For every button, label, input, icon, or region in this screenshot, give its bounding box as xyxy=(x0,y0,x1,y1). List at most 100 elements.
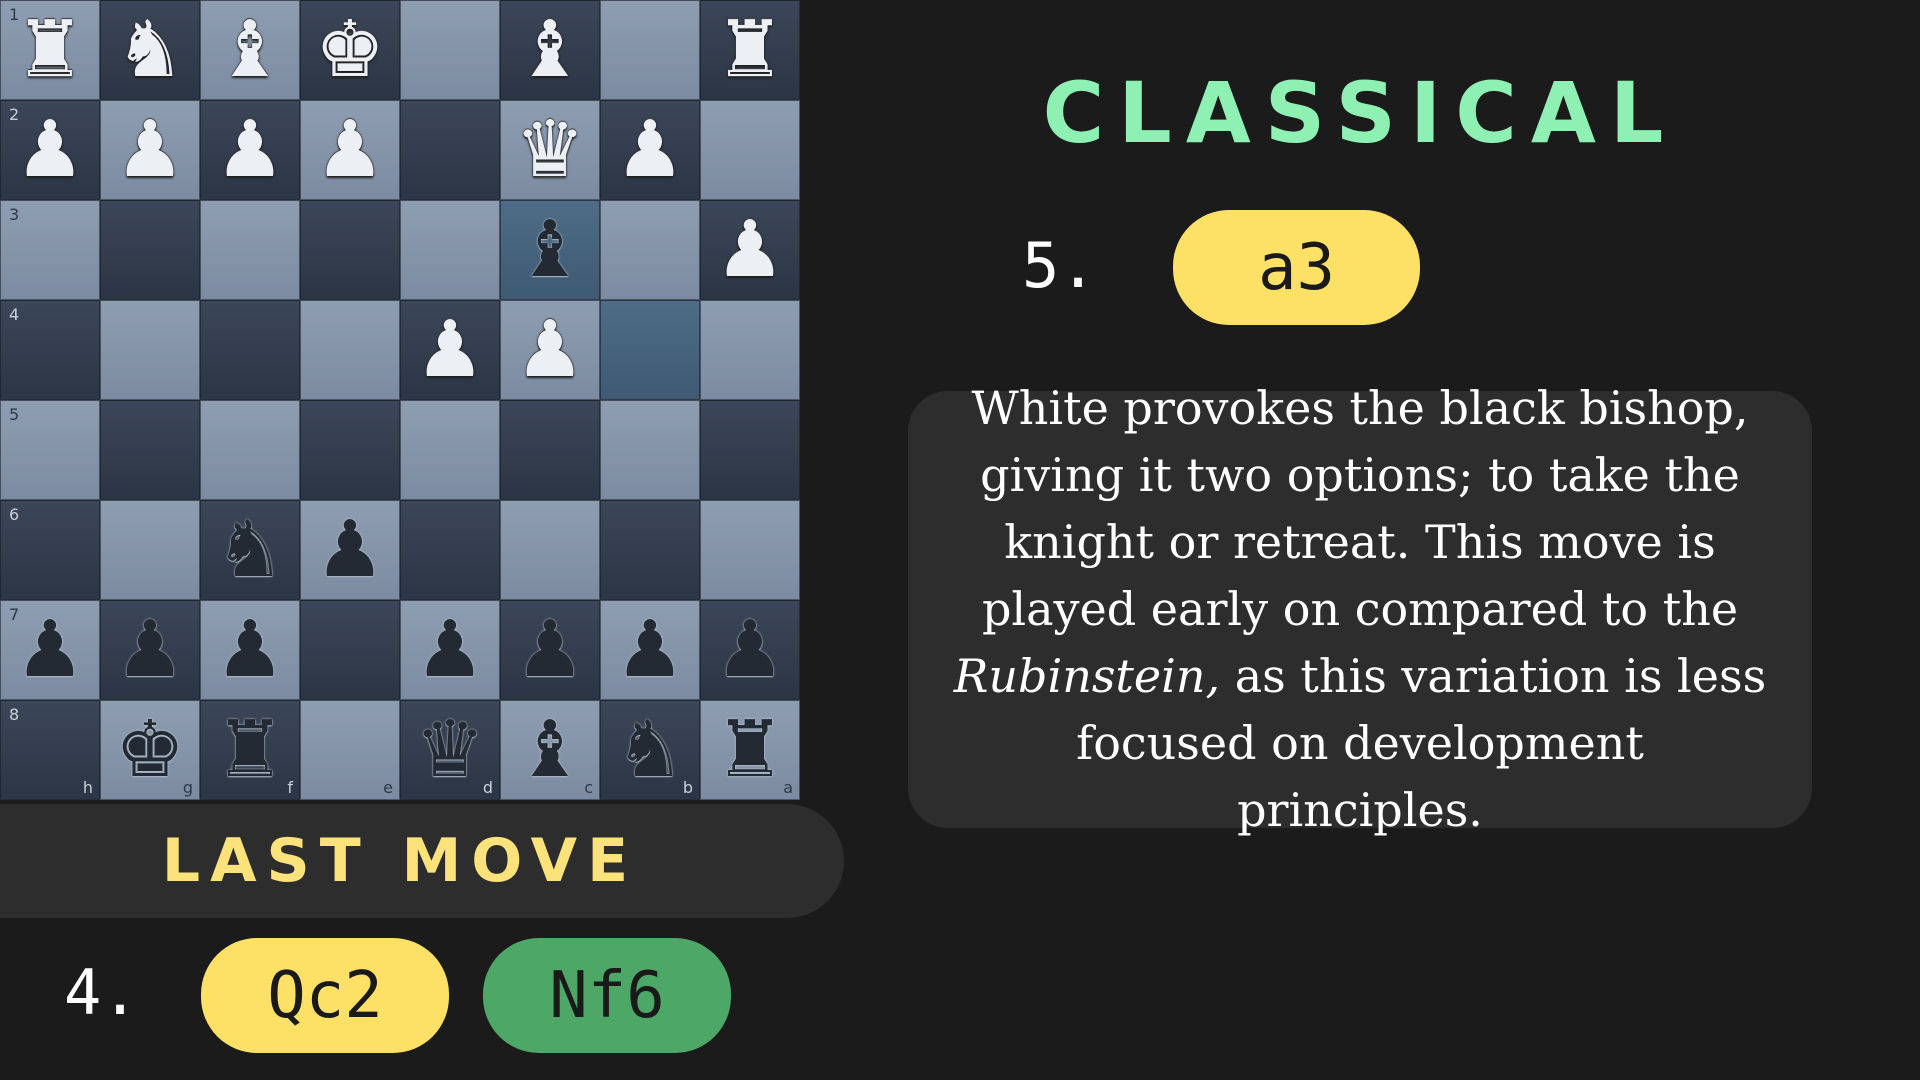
board-square[interactable]: ♜ xyxy=(700,0,800,100)
white-pawn-icon[interactable]: ♟ xyxy=(501,301,599,399)
board-square[interactable] xyxy=(200,200,300,300)
black-king-icon[interactable]: ♚ xyxy=(101,701,199,799)
black-pawn-icon[interactable]: ♟ xyxy=(1,601,99,699)
board-square[interactable] xyxy=(100,400,200,500)
white-pawn-icon[interactable]: ♟ xyxy=(201,101,299,199)
white-bishop-icon[interactable]: ♝ xyxy=(501,1,599,99)
board-square[interactable] xyxy=(600,500,700,600)
board-square[interactable]: 4 xyxy=(0,300,100,400)
rank-label: 6 xyxy=(9,505,20,524)
black-bishop-icon[interactable]: ♝ xyxy=(501,701,599,799)
board-square[interactable]: ♟ xyxy=(300,100,400,200)
white-pawn-icon[interactable]: ♟ xyxy=(1,101,99,199)
white-king-icon[interactable]: ♚ xyxy=(301,1,399,99)
board-square[interactable] xyxy=(700,400,800,500)
board-square[interactable] xyxy=(500,500,600,600)
white-pawn-icon[interactable]: ♟ xyxy=(101,101,199,199)
board-square[interactable]: ♟ xyxy=(400,300,500,400)
board-square[interactable] xyxy=(300,400,400,500)
board-square[interactable] xyxy=(700,300,800,400)
board-square[interactable] xyxy=(600,200,700,300)
board-square[interactable]: d ♛ xyxy=(400,700,500,800)
white-pawn-icon[interactable]: ♟ xyxy=(601,101,699,199)
board-square[interactable]: ♟ xyxy=(500,600,600,700)
board-square[interactable]: 2 ♟ xyxy=(0,100,100,200)
white-queen-icon[interactable]: ♛ xyxy=(501,101,599,199)
board-square[interactable] xyxy=(700,100,800,200)
board-square[interactable] xyxy=(400,200,500,300)
board-square[interactable] xyxy=(100,500,200,600)
board-square[interactable]: ♟ xyxy=(700,600,800,700)
board-square[interactable]: ♟ xyxy=(600,600,700,700)
white-pawn-icon[interactable]: ♟ xyxy=(701,201,799,299)
black-pawn-icon[interactable]: ♟ xyxy=(101,601,199,699)
board-square[interactable]: 6 xyxy=(0,500,100,600)
board-square[interactable] xyxy=(200,300,300,400)
last-move-white-pill: Qc2 xyxy=(201,938,449,1053)
board-square[interactable] xyxy=(600,0,700,100)
board-square[interactable] xyxy=(400,0,500,100)
board-square[interactable] xyxy=(100,200,200,300)
board-square[interactable]: ♟ xyxy=(500,300,600,400)
black-pawn-icon[interactable]: ♟ xyxy=(601,601,699,699)
board-square[interactable]: 7 ♟ xyxy=(0,600,100,700)
board-square[interactable] xyxy=(400,500,500,600)
board-square[interactable]: ♟ xyxy=(400,600,500,700)
black-pawn-icon[interactable]: ♟ xyxy=(501,601,599,699)
rank-label: 3 xyxy=(9,205,20,224)
board-square[interactable]: ♟ xyxy=(300,500,400,600)
board-square[interactable]: e xyxy=(300,700,400,800)
board-square[interactable]: ♟ xyxy=(700,200,800,300)
board-square[interactable]: ♞ xyxy=(100,0,200,100)
board-square[interactable]: 1 ♜ xyxy=(0,0,100,100)
white-pawn-icon[interactable]: ♟ xyxy=(301,101,399,199)
black-knight-icon[interactable]: ♞ xyxy=(201,501,299,599)
board-square[interactable]: 3 xyxy=(0,200,100,300)
rank-label: 5 xyxy=(9,405,20,424)
black-queen-icon[interactable]: ♛ xyxy=(401,701,499,799)
board-square[interactable]: ♚ xyxy=(300,0,400,100)
black-bishop-icon[interactable]: ♝ xyxy=(501,201,599,299)
white-bishop-icon[interactable]: ♝ xyxy=(201,1,299,99)
black-pawn-icon[interactable]: ♟ xyxy=(701,601,799,699)
board-square[interactable]: f ♜ xyxy=(200,700,300,800)
board-square[interactable] xyxy=(300,300,400,400)
board-square[interactable]: ♛ xyxy=(500,100,600,200)
board-square[interactable]: c ♝ xyxy=(500,700,600,800)
board-square[interactable]: ♟ xyxy=(200,600,300,700)
board-square[interactable] xyxy=(700,500,800,600)
black-knight-icon[interactable]: ♞ xyxy=(601,701,699,799)
board-square[interactable]: ♝ xyxy=(200,0,300,100)
black-rook-icon[interactable]: ♜ xyxy=(201,701,299,799)
board-square[interactable] xyxy=(400,100,500,200)
board-square[interactable] xyxy=(100,300,200,400)
board-square[interactable] xyxy=(600,400,700,500)
board-square[interactable]: ♟ xyxy=(600,100,700,200)
board-square[interactable]: 8h xyxy=(0,700,100,800)
black-pawn-icon[interactable]: ♟ xyxy=(201,601,299,699)
board-square[interactable] xyxy=(300,600,400,700)
white-pawn-icon[interactable]: ♟ xyxy=(401,301,499,399)
board-square[interactable]: ♟ xyxy=(200,100,300,200)
board-square[interactable] xyxy=(500,400,600,500)
black-pawn-icon[interactable]: ♟ xyxy=(401,601,499,699)
board-square[interactable]: a ♜ xyxy=(700,700,800,800)
board-square[interactable]: ♟ xyxy=(100,600,200,700)
black-pawn-icon[interactable]: ♟ xyxy=(301,501,399,599)
board-square[interactable]: b ♞ xyxy=(600,700,700,800)
board-square[interactable]: ♟ xyxy=(100,100,200,200)
board-square[interactable]: ♞ xyxy=(200,500,300,600)
white-rook-icon[interactable]: ♜ xyxy=(1,1,99,99)
white-rook-icon[interactable]: ♜ xyxy=(701,1,799,99)
board-square[interactable]: 5 xyxy=(0,400,100,500)
board-square[interactable] xyxy=(200,400,300,500)
board-square[interactable] xyxy=(400,400,500,500)
board-square[interactable]: ♝ xyxy=(500,200,600,300)
board-square[interactable]: ♝ xyxy=(500,0,600,100)
board-square[interactable] xyxy=(300,200,400,300)
white-knight-icon[interactable]: ♞ xyxy=(101,1,199,99)
board-square[interactable] xyxy=(600,300,700,400)
black-rook-icon[interactable]: ♜ xyxy=(701,701,799,799)
board-square[interactable]: g ♚ xyxy=(100,700,200,800)
chess-board[interactable]: 1 ♜ ♞ ♝ ♚ ♝ ♜ 2 ♟ ♟ ♟ ♟ ♛ ♟ 3 ♝ ♟ 4 ♟ ♟ 5 6 ♞ ♟ 7 ♟ ♟ ♟ ♟ ♟ ♟ ♟ 8 h g ♚ f ♜ e d… xyxy=(0,0,800,800)
